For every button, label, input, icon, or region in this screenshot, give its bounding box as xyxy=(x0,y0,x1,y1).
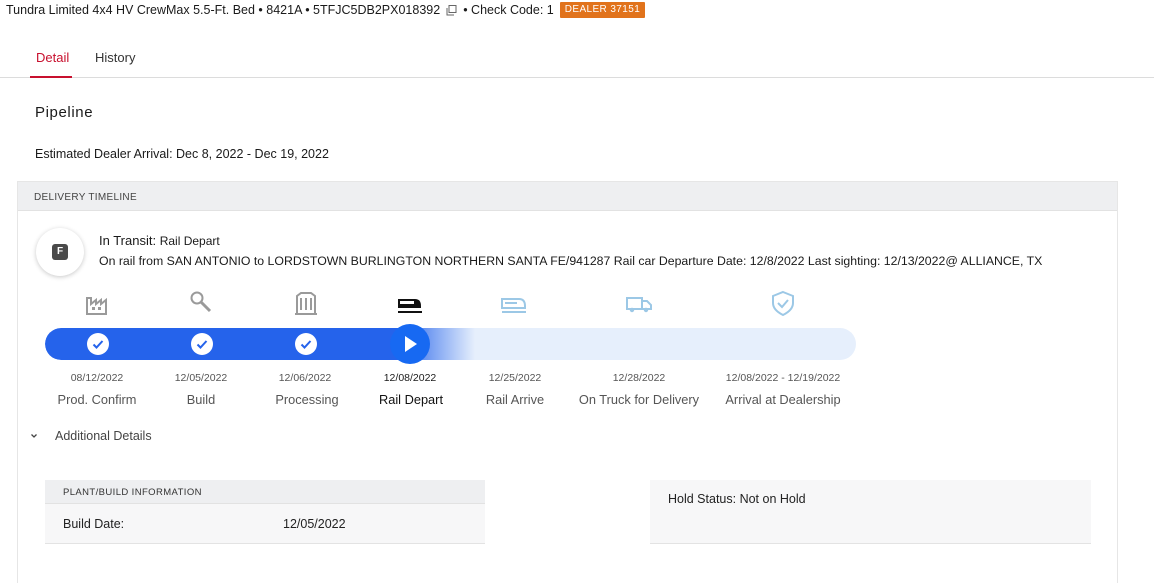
step-date: 12/28/2022 xyxy=(612,372,666,384)
build-date-value: 12/05/2022 xyxy=(283,517,346,531)
rail-arrive-icon xyxy=(497,290,531,320)
hold-status: Hold Status: Not on Hold xyxy=(668,492,806,506)
copy-icon[interactable] xyxy=(446,4,457,16)
step-date: 12/08/2022 xyxy=(383,372,437,384)
delivery-timeline-title: DELIVERY TIMELINE xyxy=(34,192,137,203)
active-tab-indicator xyxy=(30,76,72,78)
additional-details-toggle[interactable]: Additional Details xyxy=(30,429,152,443)
tab-detail[interactable]: Detail xyxy=(36,50,69,65)
step-label: Arrival at Dealership xyxy=(725,392,841,407)
step-label: On Truck for Delivery xyxy=(578,392,700,407)
step-complete-icon xyxy=(191,333,213,355)
delivery-timeline-header: DELIVERY TIMELINE xyxy=(18,182,1117,211)
step-label: Rail Arrive xyxy=(485,392,545,407)
estimated-arrival: Estimated Dealer Arrival: Dec 8, 2022 - … xyxy=(35,147,329,161)
progress-track xyxy=(45,328,856,360)
step-date: 08/12/2022 xyxy=(70,372,124,384)
status-description: On rail from SAN ANTONIO to LORDSTOWN BU… xyxy=(99,254,1043,268)
page-title: Pipeline xyxy=(35,104,94,121)
tab-history[interactable]: History xyxy=(95,50,135,65)
step-date: 12/06/2022 xyxy=(278,372,332,384)
status-value: Rail Depart xyxy=(159,234,220,248)
processing-icon xyxy=(289,290,323,320)
check-code: • Check Code: 1 xyxy=(463,3,554,17)
current-step-play-icon xyxy=(390,324,430,364)
step-date: 12/25/2022 xyxy=(488,372,542,384)
step-date: 12/05/2022 xyxy=(174,372,228,384)
tab-bar: Detail History xyxy=(0,40,1154,78)
shield-check-icon xyxy=(766,290,800,320)
train-icon xyxy=(393,290,427,320)
wrench-icon xyxy=(185,290,219,320)
additional-details-label: Additional Details xyxy=(55,429,152,443)
plant-build-header: PLANT/BUILD INFORMATION xyxy=(45,480,485,504)
chevron-down-icon xyxy=(31,434,37,438)
dealer-badge: DEALER 37151 xyxy=(559,2,646,18)
step-complete-icon xyxy=(87,333,109,355)
hold-status-panel: Hold Status: Not on Hold xyxy=(650,480,1091,544)
status-letter-icon: F xyxy=(52,244,68,260)
build-date-label: Build Date: xyxy=(63,517,125,531)
status-label: In Transit: xyxy=(99,233,157,248)
status-indicator: F xyxy=(36,228,84,276)
step-date: 12/08/2022 - 12/19/2022 xyxy=(725,372,841,384)
factory-icon xyxy=(81,290,115,320)
vehicle-header: Tundra Limited 4x4 HV CrewMax 5.5-Ft. Be… xyxy=(6,2,646,18)
delivery-timeline-card: DELIVERY TIMELINE F In Transit: Rail Dep… xyxy=(17,181,1118,583)
truck-icon xyxy=(622,290,656,320)
step-complete-icon xyxy=(295,333,317,355)
status-title: In Transit: Rail Depart xyxy=(99,233,220,248)
plant-build-panel: PLANT/BUILD INFORMATION Build Date: 12/0… xyxy=(45,480,485,544)
vehicle-title: Tundra Limited 4x4 HV CrewMax 5.5-Ft. Be… xyxy=(6,3,441,17)
plant-build-title: PLANT/BUILD INFORMATION xyxy=(63,487,202,498)
